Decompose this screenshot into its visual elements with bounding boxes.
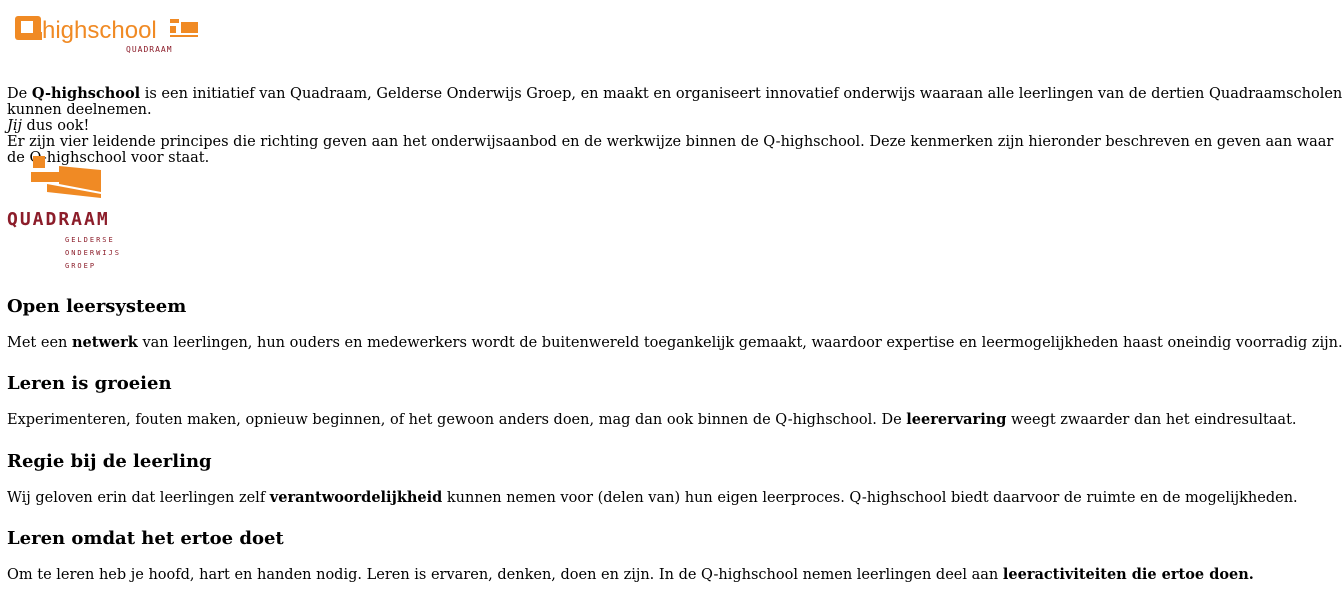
principle-text: Met een netwerk van leerlingen, hun oude… [7,334,1342,352]
intro-text: De Q-highschool is een initiatief van Qu… [7,85,1342,167]
principle-leren-is-groeien: Leren is groeien Experimenteren, fouten … [7,373,1337,429]
principle-regie-bij-de-leerling: Regie bij de leerling Wij geloven erin d… [7,451,1337,507]
principle-text: Experimenteren, fouten maken, opnieuw be… [7,411,1297,429]
intro-bold-name: Q-highschool [31,85,141,102]
logo-subtext: QUADRAAM [126,45,173,54]
quadraam-logo-mark [31,156,101,198]
logo-text: highschool [42,17,157,44]
principle-text: Om te leren heb je hoofd, hart en handen… [7,566,1254,584]
principle-leren-omdat-het-ertoe-doet: Leren omdat het ertoe doet Om te leren h… [7,528,1337,584]
principle-title: Regie bij de leerling [7,451,212,472]
intro-line-3: Er zijn vier leidende principes die rich… [7,134,1334,166]
intro-line-1: De Q-highschool is een initiatief van Qu… [7,85,1342,119]
principle-title: Leren omdat het ertoe doet [7,528,284,549]
principle-text: Wij geloven erin dat leerlingen zelf ver… [7,489,1298,507]
quadraam-name: QUADRAAM [7,209,110,230]
quadraam-line-1: GELDERSE [65,236,115,244]
principle-title: Leren is groeien [7,373,172,394]
intro-line-2: Jij dus ook! [7,118,90,134]
principle-title: Open leersysteem [7,296,187,317]
principle-open-leersysteem: Open leersysteem Met een netwerk van lee… [7,296,1342,352]
quadraam-line-2: ONDERWIJS [65,249,121,257]
quadraam-mini-icon [170,19,198,37]
q-logo-icon [15,16,42,40]
q-highschool-logo: highschool QUADRAAM [15,16,198,54]
quadraam-line-3: GROEP [65,262,96,270]
quadraam-logo: QUADRAAM GELDERSE ONDERWIJS GROEP [7,156,121,270]
